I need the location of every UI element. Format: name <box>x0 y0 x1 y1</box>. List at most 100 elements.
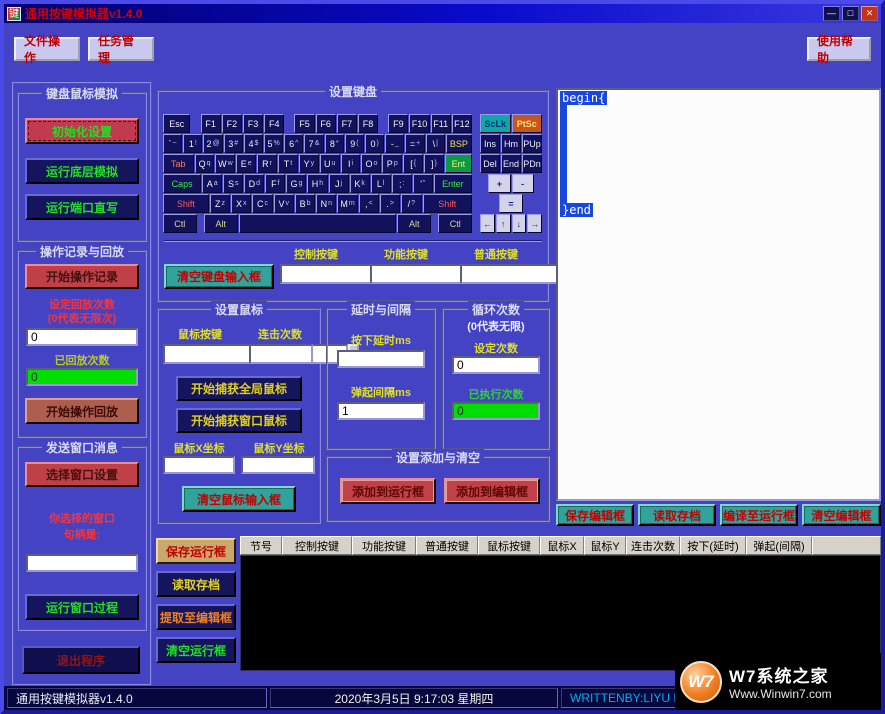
key-Caps[interactable]: Caps <box>163 174 201 193</box>
start-playback-button[interactable]: 开始操作回放 <box>25 398 139 424</box>
key-F7[interactable]: F7 <box>337 114 357 133</box>
key-M[interactable]: Mm <box>337 194 357 213</box>
key-F3[interactable]: F3 <box>243 114 263 133</box>
key-J[interactable]: Jj <box>329 174 349 193</box>
column-header[interactable]: 节号 <box>240 536 282 555</box>
capture-window-mouse-button[interactable]: 开始捕获窗口鼠标 <box>176 408 302 433</box>
key-↓[interactable]: ↓ <box>512 214 527 233</box>
key--[interactable]: - <box>512 174 534 193</box>
column-header[interactable]: 鼠标X <box>540 536 584 555</box>
key-T[interactable]: Tt <box>278 154 298 173</box>
key-Ctl[interactable]: Ctl <box>438 214 472 233</box>
key-O[interactable]: Oo <box>361 154 381 173</box>
key-\[interactable]: \| <box>426 134 445 153</box>
key-Ins[interactable]: Ins <box>480 134 500 153</box>
key-F6[interactable]: F6 <box>316 114 336 133</box>
compile-to-run-button[interactable]: 编译至运行框 <box>720 504 798 526</box>
key-Ctl[interactable]: Ctl <box>163 214 197 233</box>
key-8[interactable]: 8* <box>325 134 344 153</box>
menu-help-button[interactable]: 使用帮助 <box>807 37 871 61</box>
key-Y[interactable]: Yy <box>299 154 319 173</box>
key-Tab[interactable]: Tab <box>163 154 194 173</box>
close-button[interactable]: ✕ <box>861 6 878 21</box>
key-A[interactable]: Aa <box>202 174 222 193</box>
key-1[interactable]: 1! <box>183 134 202 153</box>
key-.[interactable]: .> <box>380 194 400 213</box>
key-,[interactable]: ,< <box>359 194 379 213</box>
run-window-proc-button[interactable]: 运行窗口过程 <box>25 594 139 620</box>
key-X[interactable]: Xx <box>231 194 251 213</box>
mouse-y-input[interactable] <box>241 456 315 474</box>
key-+[interactable]: + <box>488 174 510 193</box>
key-Esc[interactable]: Esc <box>163 114 190 133</box>
key-Enter[interactable]: Enter <box>434 174 472 193</box>
add-to-run-button[interactable]: 添加到运行框 <box>340 478 436 504</box>
maximize-button[interactable]: □ <box>842 6 859 21</box>
extract-to-edit-button[interactable]: 提取至编辑框 <box>156 604 236 630</box>
column-header[interactable]: 按下(延时) <box>680 536 746 555</box>
key-7[interactable]: 7& <box>304 134 323 153</box>
key-Del[interactable]: Del <box>480 154 500 173</box>
key-D[interactable]: Dd <box>244 174 264 193</box>
run-lowlevel-button[interactable]: 运行底层模拟 <box>25 158 139 184</box>
key-V[interactable]: Vv <box>274 194 294 213</box>
key-space[interactable] <box>239 214 397 233</box>
key-=[interactable]: = <box>499 194 522 213</box>
key-=[interactable]: =+ <box>405 134 424 153</box>
init-settings-button[interactable]: 初始化设置 <box>25 118 139 144</box>
key-L[interactable]: Ll <box>371 174 391 193</box>
key-Ent[interactable]: Ent <box>445 154 472 173</box>
key-Alt[interactable]: Alt <box>397 214 431 233</box>
key-4[interactable]: 4$ <box>244 134 263 153</box>
key-I[interactable]: Ii <box>341 154 361 173</box>
key-5[interactable]: 5% <box>264 134 283 153</box>
key-2[interactable]: 2@ <box>203 134 222 153</box>
key-Shift[interactable]: Shift <box>423 194 473 213</box>
key-S[interactable]: Ss <box>223 174 243 193</box>
column-header[interactable]: 鼠标Y <box>584 536 626 555</box>
key-→[interactable]: → <box>527 214 542 233</box>
mouse-button-combo[interactable] <box>163 344 241 364</box>
key-[[interactable]: [{ <box>403 154 423 173</box>
key-][interactable]: ]} <box>424 154 444 173</box>
key-Alt[interactable]: Alt <box>204 214 238 233</box>
playback-count-input[interactable] <box>26 328 138 346</box>
key-End[interactable]: End <box>501 154 521 173</box>
click-times-input[interactable] <box>249 344 313 364</box>
key-6[interactable]: 6^ <box>284 134 303 153</box>
select-window-button[interactable]: 选择窗口设置 <box>25 462 139 487</box>
menu-task-button[interactable]: 任务管理 <box>88 37 154 61</box>
column-header[interactable]: 弹起(间隔) <box>746 536 812 555</box>
add-to-edit-button[interactable]: 添加到编辑框 <box>444 478 540 504</box>
key-ScLk[interactable]: ScLk <box>480 114 511 133</box>
loop-set-input[interactable] <box>452 356 540 374</box>
column-header[interactable]: 普通按键 <box>416 536 478 555</box>
key-F2[interactable]: F2 <box>222 114 242 133</box>
run-port-button[interactable]: 运行端口直写 <box>25 194 139 220</box>
column-header[interactable]: 功能按键 <box>352 536 416 555</box>
column-header[interactable]: 鼠标按键 <box>478 536 540 555</box>
key-R[interactable]: Rr <box>257 154 277 173</box>
key-0[interactable]: 0) <box>365 134 384 153</box>
window-handle-input[interactable] <box>26 554 138 572</box>
key-F12[interactable]: F12 <box>452 114 472 133</box>
save-editbox-button[interactable]: 保存编辑框 <box>556 504 634 526</box>
key-F9[interactable]: F9 <box>388 114 408 133</box>
grid-header[interactable]: 节号控制按键功能按键普通按键鼠标按键鼠标X鼠标Y连击次数按下(延时)弹起(间隔) <box>240 536 881 555</box>
key-B[interactable]: Bb <box>295 194 315 213</box>
key-F1[interactable]: F1 <box>201 114 221 133</box>
load-runbox-button[interactable]: 读取存档 <box>156 571 236 597</box>
key-F11[interactable]: F11 <box>431 114 451 133</box>
key-K[interactable]: Kk <box>350 174 370 193</box>
key-PtSc[interactable]: PtSc <box>512 114 543 133</box>
key-/[interactable]: /? <box>401 194 421 213</box>
key-`[interactable]: `~ <box>163 134 182 153</box>
key-←[interactable]: ← <box>480 214 495 233</box>
key-BSP[interactable]: BSP <box>446 134 472 153</box>
clear-runbox-button[interactable]: 清空运行框 <box>156 637 236 663</box>
key-F[interactable]: Ff <box>265 174 285 193</box>
mouse-x-input[interactable] <box>163 456 235 474</box>
minimize-button[interactable]: — <box>823 6 840 21</box>
load-archive-button[interactable]: 读取存档 <box>638 504 716 526</box>
key-;[interactable]: ;: <box>392 174 412 193</box>
